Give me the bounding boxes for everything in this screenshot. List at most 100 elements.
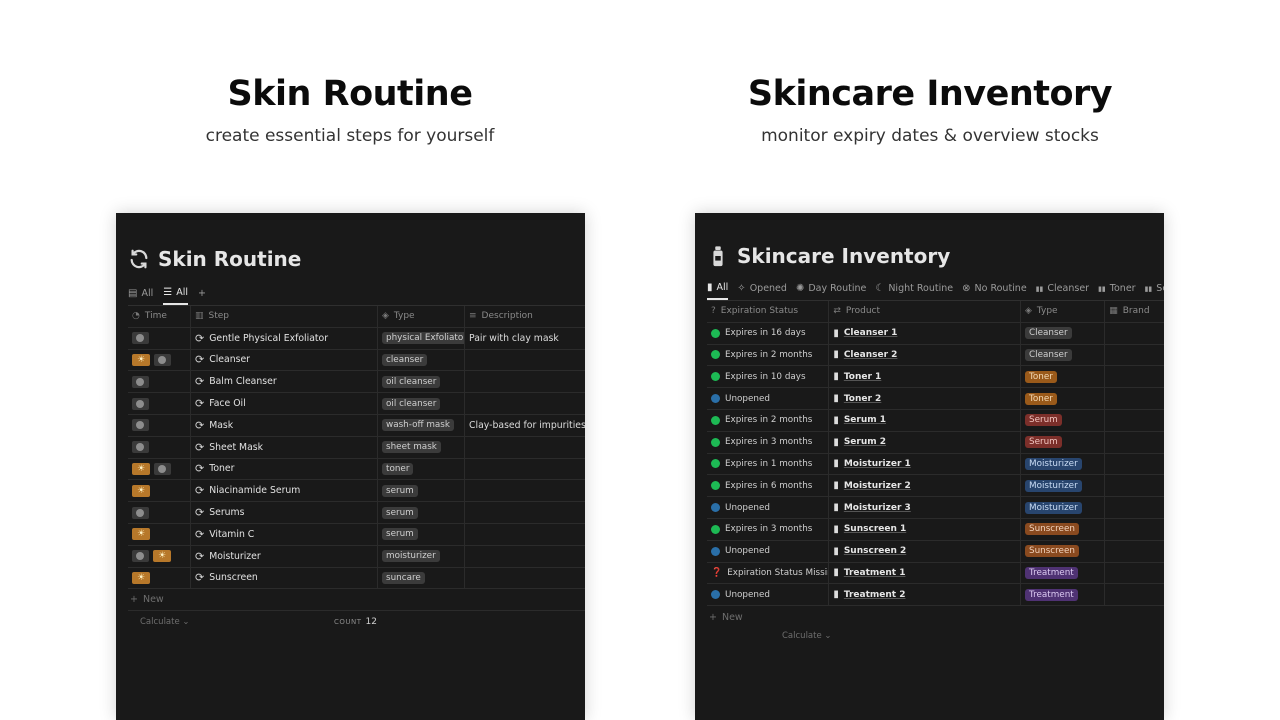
cell-product[interactable]: ▮ Moisturizer 1: [829, 453, 1021, 475]
product-link[interactable]: Serum 1: [844, 415, 886, 425]
tab-opened[interactable]: ✧ Opened: [737, 283, 787, 299]
cell-time[interactable]: [128, 502, 191, 523]
col-time-header[interactable]: ◔ Time: [128, 306, 191, 327]
product-link[interactable]: Treatment 1: [844, 568, 906, 578]
table-row[interactable]: ⟳ Sheet Mask sheet mask: [128, 436, 585, 459]
product-link[interactable]: Moisturizer 2: [844, 481, 911, 491]
table-row[interactable]: Unopened ▮ Sunscreen 2 Sunscreen: [707, 540, 1164, 563]
count-summary[interactable]: COUNT 12: [334, 617, 377, 627]
cell-description[interactable]: [465, 393, 585, 414]
col-status-header[interactable]: ? Expiration Status: [707, 301, 830, 322]
cell-time[interactable]: ☀: [128, 567, 191, 589]
table-row[interactable]: ⟳ Serums serum: [128, 502, 585, 524]
col-brand-header[interactable]: ▦ Brand: [1105, 301, 1164, 322]
table-row[interactable]: Expires in 3 months ▮ Serum 2 Serum: [707, 431, 1164, 454]
product-link[interactable]: Sunscreen 1: [844, 524, 906, 534]
tab-all[interactable]: ▮ All: [707, 282, 729, 300]
new-row-button[interactable]: + New: [128, 589, 585, 612]
table-row[interactable]: ⟳ Mask wash-off mask Clay-based for impurit…: [128, 414, 585, 437]
cell-status[interactable]: Expires in 10 days: [707, 366, 830, 388]
cell-product[interactable]: ▮ Treatment 2: [829, 584, 1021, 606]
cell-type[interactable]: Toner: [1021, 388, 1106, 409]
cell-time[interactable]: ☀: [128, 523, 191, 545]
routine-db-title[interactable]: Skin Routine: [128, 247, 301, 271]
cell-brand[interactable]: [1105, 366, 1164, 387]
cell-time[interactable]: [128, 436, 191, 458]
cell-product[interactable]: ▮ Toner 1: [829, 366, 1021, 388]
cell-type[interactable]: serum: [378, 480, 465, 502]
cell-brand[interactable]: [1105, 323, 1164, 344]
cell-time[interactable]: [128, 414, 191, 436]
cell-description[interactable]: Pair with clay mask: [465, 328, 585, 349]
cell-status[interactable]: ❓ Expiration Status Missing: [707, 562, 830, 584]
cell-brand[interactable]: [1105, 497, 1164, 518]
cell-type[interactable]: cleanser: [378, 349, 465, 371]
cell-type[interactable]: sheet mask: [378, 436, 465, 458]
tab-list-all[interactable]: ☰ All: [163, 287, 188, 305]
cell-type[interactable]: Cleanser: [1021, 344, 1106, 366]
cell-step[interactable]: ⟳ Serums: [191, 502, 378, 523]
table-row[interactable]: ☀ ⟳ Moisturizer moisturizer: [128, 545, 585, 568]
cell-product[interactable]: ▮ Sunscreen 1: [829, 518, 1021, 540]
table-row[interactable]: Expires in 16 days ▮ Cleanser 1 Cleanser: [707, 322, 1164, 345]
cell-description[interactable]: [465, 350, 585, 371]
cell-type[interactable]: Moisturizer: [1021, 453, 1106, 475]
cell-product[interactable]: ▮ Cleanser 1: [829, 322, 1021, 344]
cell-type[interactable]: Serum: [1021, 431, 1106, 453]
product-link[interactable]: Sunscreen 2: [844, 546, 906, 556]
table-row[interactable]: Expires in 3 months ▮ Sunscreen 1 Sunscreen: [707, 518, 1164, 541]
table-row[interactable]: ☀ ⟳ Cleanser cleanser: [128, 349, 585, 372]
cell-product[interactable]: ▮ Serum 1: [829, 409, 1021, 431]
table-row[interactable]: Unopened ▮ Treatment 2 Treatment: [707, 584, 1164, 607]
cell-status[interactable]: Unopened: [707, 388, 830, 409]
tab-day-routine[interactable]: ✺ Day Routine: [796, 283, 866, 299]
cell-step[interactable]: ⟳ Sheet Mask: [191, 436, 378, 458]
cell-step[interactable]: ⟳ Sunscreen: [191, 567, 378, 589]
table-row[interactable]: ☀ ⟳ Vitamin C serum: [128, 523, 585, 546]
cell-description[interactable]: [465, 437, 585, 458]
table-row[interactable]: ⟳ Gentle Physical Exfoliator physical Exfo…: [128, 327, 585, 350]
cell-brand[interactable]: [1105, 563, 1164, 584]
product-link[interactable]: Serum 2: [844, 437, 886, 447]
table-row[interactable]: Expires in 6 months ▮ Moisturizer 2 Moistur…: [707, 475, 1164, 498]
cell-step[interactable]: ⟳ Cleanser: [191, 349, 378, 371]
cell-step[interactable]: ⟳ Niacinamide Serum: [191, 480, 378, 502]
cell-time[interactable]: ☀: [128, 545, 191, 567]
cell-status[interactable]: Expires in 3 months: [707, 518, 830, 540]
cell-type[interactable]: Sunscreen: [1021, 540, 1106, 562]
cell-description[interactable]: [465, 459, 585, 480]
table-row[interactable]: Expires in 10 days ▮ Toner 1 Toner: [707, 366, 1164, 389]
col-type-header[interactable]: ◈ Type: [1021, 301, 1106, 322]
table-row[interactable]: Unopened ▮ Toner 2 Toner: [707, 388, 1164, 410]
cell-description[interactable]: [465, 371, 585, 392]
cell-status[interactable]: Expires in 2 months: [707, 409, 830, 431]
cell-brand[interactable]: [1105, 388, 1164, 409]
tab-toner[interactable]: ▮▮ Toner: [1098, 283, 1136, 299]
cell-brand[interactable]: [1105, 475, 1164, 496]
col-type-header[interactable]: ◈ Type: [378, 306, 465, 327]
cell-brand[interactable]: [1105, 432, 1164, 453]
cell-step[interactable]: ⟳ Face Oil: [191, 393, 378, 414]
product-link[interactable]: Toner 1: [844, 372, 881, 382]
cell-status[interactable]: Unopened: [707, 497, 830, 518]
cell-brand[interactable]: [1105, 541, 1164, 562]
cell-description[interactable]: Clay-based for impurities: [465, 415, 585, 436]
cell-product[interactable]: ▮ Serum 2: [829, 431, 1021, 453]
cell-step[interactable]: ⟳ Vitamin C: [191, 523, 378, 545]
cell-step[interactable]: ⟳ Toner: [191, 458, 378, 480]
product-link[interactable]: Moisturizer 1: [844, 459, 911, 469]
cell-product[interactable]: ▮ Moisturizer 3: [829, 497, 1021, 518]
cell-description[interactable]: [465, 546, 585, 567]
product-link[interactable]: Toner 2: [844, 394, 881, 404]
cell-type[interactable]: toner: [378, 458, 465, 480]
tab-no-routine[interactable]: ⊗ No Routine: [962, 283, 1027, 299]
table-row[interactable]: ⟳ Balm Cleanser oil cleanser: [128, 371, 585, 394]
col-step-header[interactable]: ▥ Step: [191, 306, 378, 327]
cell-type[interactable]: oil cleanser: [378, 393, 465, 414]
cell-type[interactable]: moisturizer: [378, 545, 465, 567]
cell-product[interactable]: ▮ Moisturizer 2: [829, 475, 1021, 497]
cell-step[interactable]: ⟳ Moisturizer: [191, 545, 378, 567]
table-row[interactable]: ❓ Expiration Status Missing ▮ Treatment 1 Tr…: [707, 562, 1164, 585]
cell-type[interactable]: oil cleanser: [378, 371, 465, 393]
cell-brand[interactable]: [1105, 519, 1164, 540]
